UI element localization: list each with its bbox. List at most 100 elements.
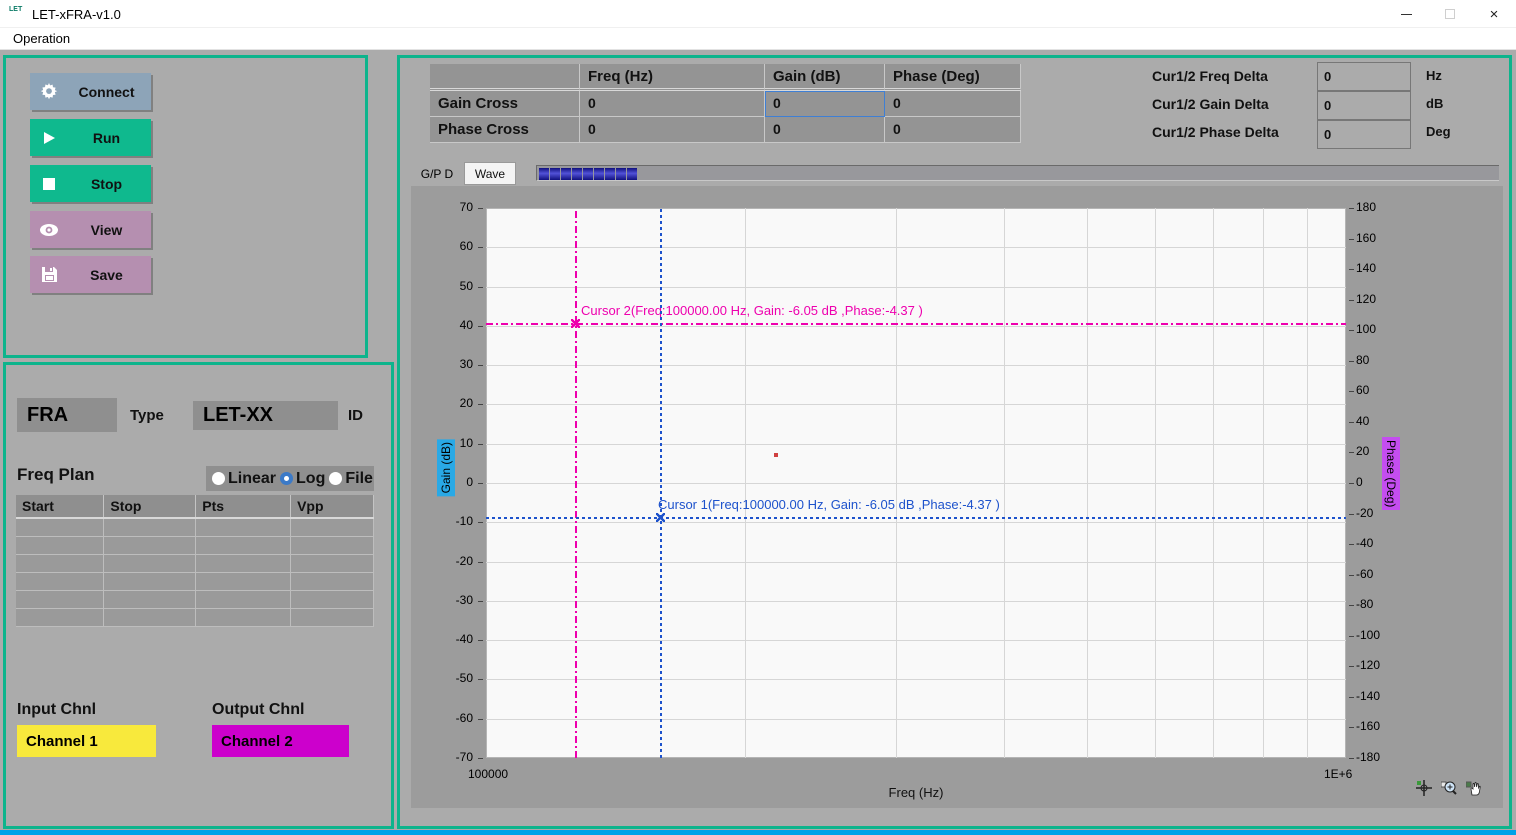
cursor-marker-1[interactable] <box>571 319 580 328</box>
gain-cross-label: Gain Cross <box>430 91 580 117</box>
input-chnl-label: Input Chnl <box>17 701 96 719</box>
freq-plan-cell[interactable] <box>104 608 196 626</box>
freq-plan-cell[interactable] <box>16 590 104 608</box>
freq-plan-row <box>16 518 374 536</box>
phase-tick-mark <box>1349 605 1354 606</box>
phase-tick-label: -20 <box>1356 506 1373 520</box>
gain-cross-freq-cell[interactable]: 0 <box>580 91 765 117</box>
run-button[interactable]: Run <box>30 119 151 156</box>
freq-plan-cell[interactable] <box>104 536 196 554</box>
freq-plan-row <box>16 554 374 572</box>
gridline-v <box>1263 208 1264 758</box>
window-title: LET-xFRA-v1.0 <box>32 7 121 22</box>
freq-plan-cell[interactable] <box>291 518 374 536</box>
save-button[interactable]: Save <box>30 256 151 293</box>
device-type-field[interactable]: FRA <box>17 398 117 432</box>
freq-mode-file[interactable]: File <box>329 470 373 488</box>
gridline-h <box>486 483 1346 484</box>
phase-tick-mark <box>1349 239 1354 240</box>
freq-plan-cell[interactable] <box>104 518 196 536</box>
tab-wave[interactable]: Wave <box>464 162 516 185</box>
freq-plan-cell[interactable] <box>291 536 374 554</box>
gain-tick-label: -40 <box>433 632 473 646</box>
phase-tick-mark <box>1349 452 1354 453</box>
freq-delta-field[interactable]: 0 <box>1317 62 1411 91</box>
freq-plan-table: Start Stop Pts Vpp <box>16 495 374 627</box>
output-channel-selector[interactable]: Channel 2 <box>212 725 349 757</box>
gridline-h <box>486 562 1346 563</box>
pan-tool-icon[interactable] <box>1466 780 1482 801</box>
progress-segment <box>561 168 571 180</box>
minimize-button[interactable] <box>1384 0 1428 28</box>
freq-delta-label: Cur1/2 Freq Delta <box>1152 68 1322 84</box>
zoom-tool-icon[interactable] <box>1441 780 1457 801</box>
gain-cross-gain-cell[interactable]: 0 <box>765 91 885 117</box>
cursor-line-h-2[interactable] <box>486 517 1346 519</box>
bode-chart[interactable]: 706050403020100-10-20-30-40-50-60-701801… <box>411 186 1503 808</box>
maximize-button[interactable] <box>1428 0 1472 28</box>
freq-plan-cell[interactable] <box>104 554 196 572</box>
freq-plan-cell[interactable] <box>196 536 291 554</box>
gridline-h <box>486 247 1346 248</box>
freq-plan-cell[interactable] <box>16 554 104 572</box>
phase-tick-label: 100 <box>1356 322 1376 336</box>
stop-button[interactable]: Stop <box>30 165 151 202</box>
freq-plan-row <box>16 590 374 608</box>
freq-plan-cell[interactable] <box>196 590 291 608</box>
x-min-label: 100000 <box>468 767 508 781</box>
freq-plan-cell[interactable] <box>16 518 104 536</box>
connect-button[interactable]: Connect <box>30 73 151 110</box>
gridline-h <box>486 522 1346 523</box>
phase-tick-mark <box>1349 361 1354 362</box>
cursor-line-v-2[interactable] <box>660 208 662 758</box>
freq-plan-cell[interactable] <box>196 572 291 590</box>
freq-plan-cell[interactable] <box>291 608 374 626</box>
freq-plan-cell[interactable] <box>16 536 104 554</box>
cursor-line-v-1[interactable] <box>575 208 577 758</box>
phase-cross-freq-cell[interactable]: 0 <box>580 117 765 143</box>
freq-mode-linear[interactable]: Linear <box>212 470 276 488</box>
radio-label-log: Log <box>296 470 325 488</box>
progress-segment <box>572 168 582 180</box>
id-label: ID <box>348 407 363 424</box>
freq-plan-cell[interactable] <box>16 608 104 626</box>
radio-label-linear: Linear <box>228 470 276 488</box>
gain-tick-mark <box>478 640 483 641</box>
gain-tick-label: 30 <box>433 357 473 371</box>
cursor-marker-2[interactable] <box>656 513 665 522</box>
freq-plan-cell[interactable] <box>291 554 374 572</box>
progress-segment <box>616 168 626 180</box>
gain-tick-label: 50 <box>433 279 473 293</box>
freq-plan-cell[interactable] <box>196 518 291 536</box>
phase-tick-label: -60 <box>1356 567 1373 581</box>
maximize-icon <box>1445 9 1455 19</box>
cursor-line-h-1[interactable] <box>486 323 1346 325</box>
gain-delta-field[interactable]: 0 <box>1317 91 1411 120</box>
graph-tool-palette <box>1416 780 1482 801</box>
menu-operation[interactable]: Operation <box>9 31 74 46</box>
gridline-h <box>486 365 1346 366</box>
freq-plan-cell[interactable] <box>291 590 374 608</box>
freq-plan-cell[interactable] <box>196 608 291 626</box>
crosshair-tool-icon[interactable] <box>1416 780 1432 801</box>
freq-plan-cell[interactable] <box>291 572 374 590</box>
phase-cross-phase-cell[interactable]: 0 <box>885 117 1021 143</box>
view-button[interactable]: View <box>30 211 151 248</box>
gain-cross-phase-cell[interactable]: 0 <box>885 91 1021 117</box>
phase-delta-field[interactable]: 0 <box>1317 120 1411 149</box>
freq-mode-log[interactable]: Log <box>280 470 325 488</box>
input-channel-selector[interactable]: Channel 1 <box>17 725 156 757</box>
tab-gpd[interactable]: G/P D <box>410 162 464 186</box>
gridline-v <box>1155 208 1156 758</box>
freq-plan-cell[interactable] <box>16 572 104 590</box>
gain-tick-label: -20 <box>433 554 473 568</box>
close-button[interactable]: × <box>1472 0 1516 28</box>
gain-tick-label: 20 <box>433 396 473 410</box>
device-id-field[interactable]: LET-XX <box>193 401 338 430</box>
phase-cross-gain-cell[interactable]: 0 <box>765 117 885 143</box>
freq-plan-cell[interactable] <box>196 554 291 572</box>
gain-tick-mark <box>478 444 483 445</box>
progress-segment <box>594 168 604 180</box>
freq-plan-cell[interactable] <box>104 572 196 590</box>
freq-plan-cell[interactable] <box>104 590 196 608</box>
